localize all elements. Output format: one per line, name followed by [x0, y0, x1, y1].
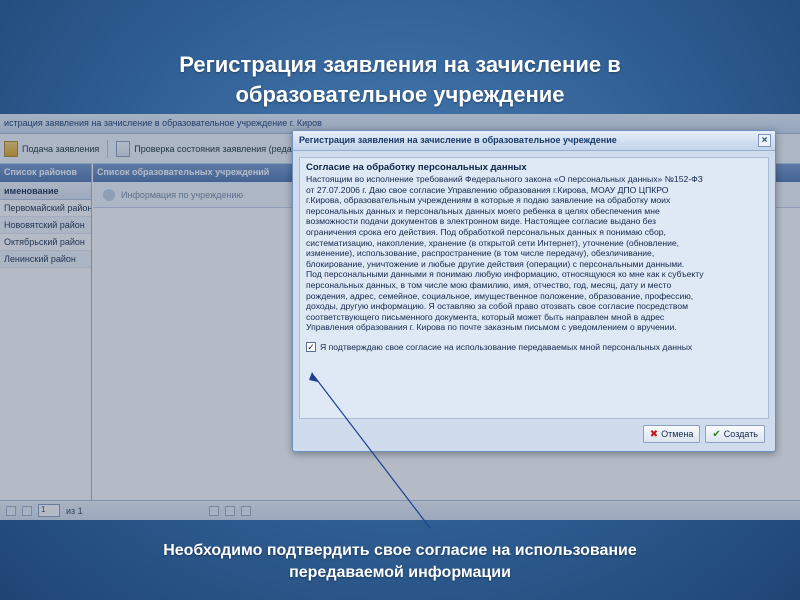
slide-caption-line-2: передаваемой информации: [289, 564, 511, 581]
annotation-arrowhead: [309, 372, 318, 382]
slide-caption: Необходимо подтвердить свое согласие на …: [0, 540, 800, 584]
slide-caption-line-1: Необходимо подтвердить свое согласие на …: [163, 542, 637, 559]
annotation-line: [313, 375, 431, 529]
annotation-pointer: [309, 372, 431, 529]
